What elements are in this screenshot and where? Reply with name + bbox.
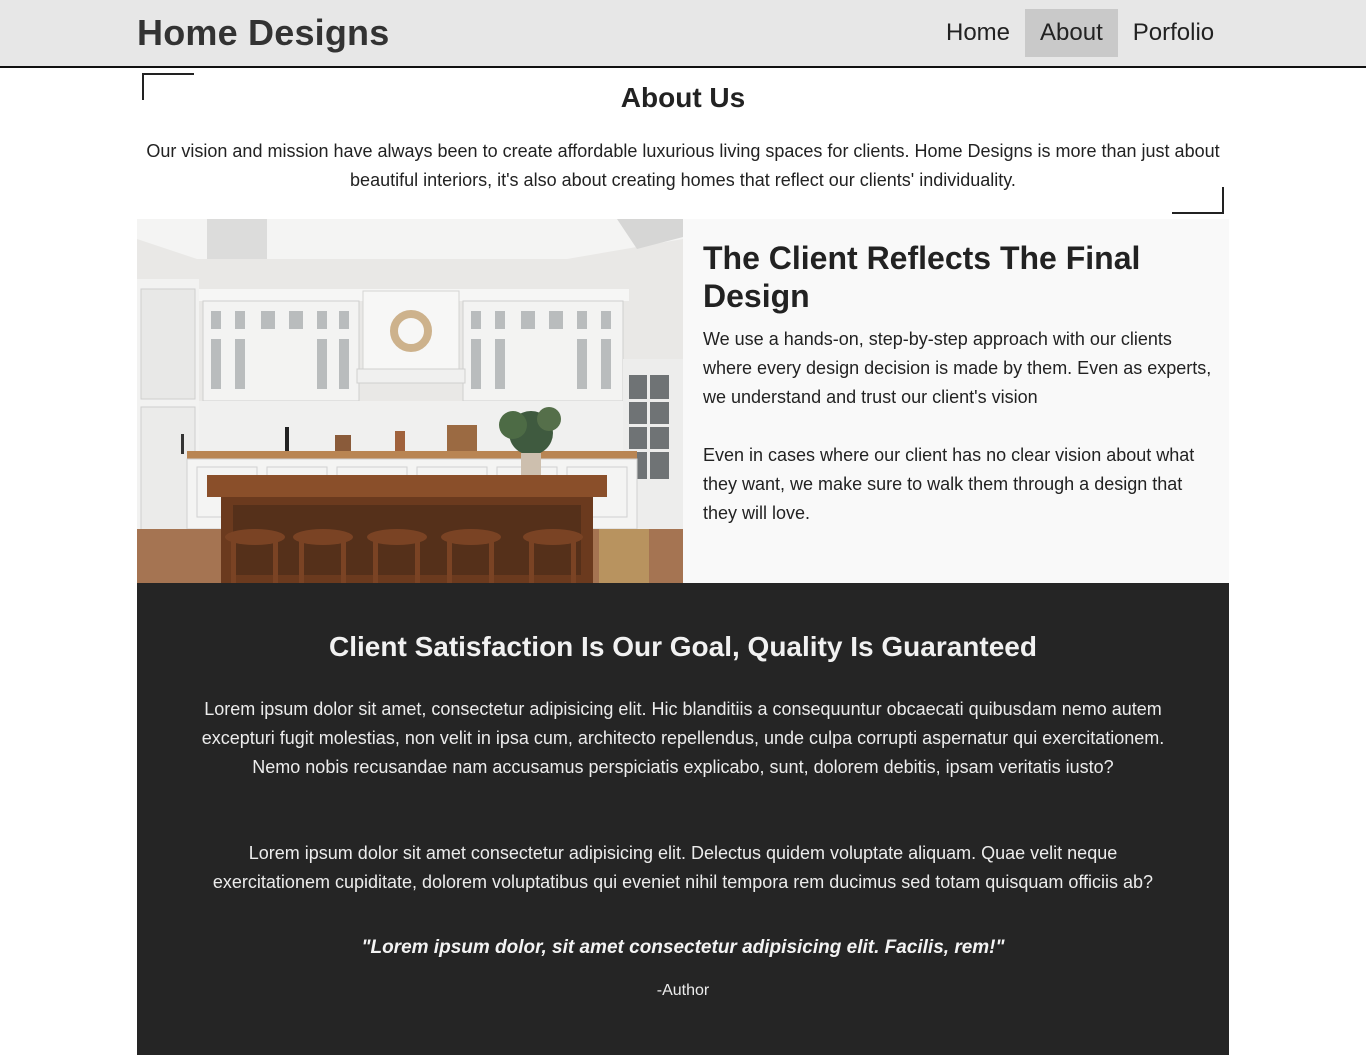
feature-section: The Client Reflects The Final Design We … [137,219,1229,583]
about-title: About Us [620,82,746,113]
about-text: Our vision and mission have always been … [146,141,1220,190]
feature-paragraph: We use a hands-on, step-by-step approach… [703,329,1212,407]
brand-logo[interactable]: Home Designs [137,12,389,54]
main-nav: Home About Porfolio [931,9,1229,57]
satisfaction-paragraph: Lorem ipsum dolor sit amet consectetur a… [212,843,1154,892]
kitchen-photo [137,219,683,583]
site-header: Home Designs Home About Porfolio [0,0,1366,68]
nav-home[interactable]: Home [931,9,1025,57]
feature-text-block: The Client Reflects The Final Design We … [703,239,1213,528]
nav-portfolio[interactable]: Porfolio [1118,9,1229,57]
satisfaction-paragraph: Lorem ipsum dolor sit amet, consectetur … [201,699,1165,777]
quote: "Lorem ipsum dolor, sit amet consectetur… [361,937,1005,958]
nav-about[interactable]: About [1025,9,1118,57]
feature-title: The Client Reflects The Final Design [703,240,1141,314]
quote-author: -Author [656,982,710,999]
satisfaction-section: Client Satisfaction Is Our Goal, Quality… [137,583,1229,1055]
feature-paragraph: Even in cases where our client has no cl… [703,445,1195,523]
satisfaction-title: Client Satisfaction Is Our Goal, Quality… [329,631,1037,662]
